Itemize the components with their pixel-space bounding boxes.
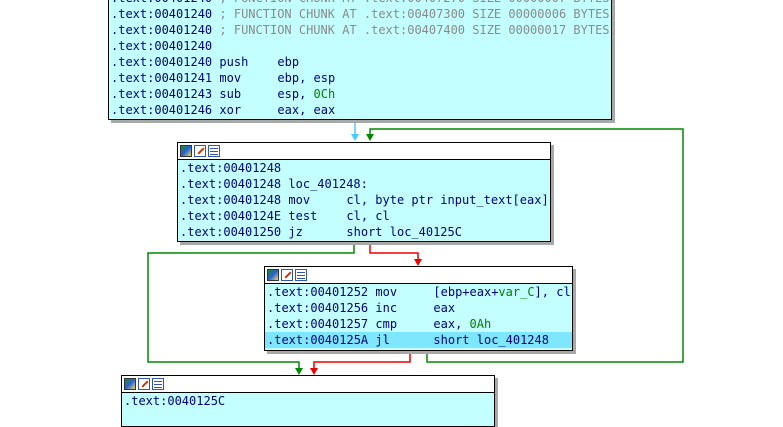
edit-icon[interactable] (281, 269, 293, 281)
mnemonic: sub (219, 87, 242, 101)
arrow-node1-node2-icon (351, 134, 359, 141)
mnemonic: mov (288, 193, 311, 207)
comment: ; FUNCTION CHUNK AT .text:00407270 SIZE … (219, 0, 609, 5)
list-icon[interactable] (152, 378, 164, 390)
variable: var_C (498, 285, 535, 299)
graph-icon[interactable] (267, 269, 279, 281)
address: .text:00401248 (180, 177, 282, 191)
node-header (178, 143, 550, 160)
mnemonic: jz (288, 225, 303, 239)
operand: cl, cl (346, 209, 390, 223)
graph-icon[interactable] (124, 378, 136, 390)
graph-node-401248[interactable]: .text:00401248 .text:00401248 loc_401248:… (177, 142, 551, 242)
comment: ; FUNCTION CHUNK AT .text:00407400 SIZE … (219, 23, 610, 37)
address: .text:00401248 (180, 193, 282, 207)
asm-line[interactable]: .text:00401241 mov ebp, esp (109, 70, 611, 86)
address: .text:00401252 (267, 285, 369, 299)
arrow-node3-node4-icon (310, 368, 318, 375)
edit-icon[interactable] (194, 145, 206, 157)
address: .text:00401256 (267, 301, 369, 315)
address: .text:0040124E (180, 209, 282, 223)
address: .text:00401248 (180, 161, 282, 175)
operand: short loc_401248 (433, 333, 549, 347)
asm-line[interactable]: .text:0040125C (122, 393, 494, 409)
address: .text:00401257 (267, 317, 369, 331)
mnemonic: test (288, 209, 318, 223)
graph-node-401240[interactable]: .text:00401240 ; FUNCTION CHUNK AT .text… (108, 0, 612, 120)
asm-line[interactable]: .text:00401240 (109, 38, 611, 54)
asm-line[interactable]: .text:00401248 mov cl, byte ptr input_tex… (178, 192, 550, 208)
node-header (122, 376, 494, 393)
list-icon[interactable] (208, 145, 220, 157)
mnemonic: jl (375, 333, 390, 347)
address: .text:00401250 (180, 225, 282, 239)
operand: [ebp+eax+ (433, 285, 499, 299)
operand: ebp (277, 55, 300, 69)
address: .text:0040125A (267, 333, 369, 347)
number-literal: 0Ch (313, 87, 336, 101)
node-body: .text:00401248 .text:00401248 loc_401248:… (178, 160, 550, 240)
node-body: .text:00401252 mov [ebp+eax+var_C], cl .te… (265, 284, 572, 348)
asm-line[interactable]: .text:00401252 mov [ebp+eax+var_C], cl (265, 284, 572, 300)
edge-node3-node4 (313, 350, 411, 370)
address: .text:00401240 (111, 39, 213, 53)
asm-line[interactable]: .text:00401240 ; FUNCTION CHUNK AT .text… (109, 6, 611, 22)
asm-line[interactable]: .text:00401257 cmp eax, 0Ah (265, 316, 572, 332)
asm-line[interactable]: .text:00401248 (178, 160, 550, 176)
arrow-node2-node4-icon (295, 368, 303, 375)
graph-icon[interactable] (180, 145, 192, 157)
asm-line[interactable]: .text:00401240 ; FUNCTION CHUNK AT .text… (109, 22, 611, 38)
operand: ebp, esp (277, 71, 336, 85)
asm-line[interactable]: .text:00401248 loc_401248: (178, 176, 550, 192)
asm-line[interactable]: .text:0040124E test cl, cl (178, 208, 550, 224)
graph-node-401252[interactable]: .text:00401252 mov [ebp+eax+var_C], cl .te… (264, 266, 573, 351)
address: .text:00401240 (111, 7, 213, 21)
number-literal: 0Ah (469, 317, 492, 331)
operand: esp, (277, 87, 314, 101)
node-body: .text:0040125C (122, 393, 494, 409)
operand: ], cl (534, 285, 571, 299)
address: .text:00401243 (111, 87, 213, 101)
asm-line[interactable]: .text:00401256 inc eax (265, 300, 572, 316)
mnemonic: mov (375, 285, 398, 299)
node-header (265, 267, 572, 284)
arrow-loop-back-icon (366, 134, 374, 141)
address: .text:00401240 (111, 23, 213, 37)
asm-line[interactable]: .text:00401246 xor eax, eax (109, 102, 611, 118)
address: .text:00401246 (111, 103, 213, 117)
operand: eax (433, 301, 456, 315)
list-icon[interactable] (295, 269, 307, 281)
asm-line[interactable]: .text:00401250 jz short loc_40125C (178, 224, 550, 240)
address: .text:0040125C (124, 394, 226, 408)
graph-node-40125C[interactable]: .text:0040125C (121, 375, 495, 427)
address: .text:00401240 (111, 55, 213, 69)
comment: ; FUNCTION CHUNK AT .text:00407300 SIZE … (219, 7, 610, 21)
address: .text:00401241 (111, 71, 213, 85)
operand: cl, byte ptr input_text[eax] (346, 193, 549, 207)
node-body: .text:00401240 ; FUNCTION CHUNK AT .text… (109, 0, 611, 118)
mnemonic: cmp (375, 317, 398, 331)
operand: short loc_40125C (346, 225, 462, 239)
mnemonic: push (219, 55, 249, 69)
mnemonic: xor (219, 103, 242, 117)
mnemonic: inc (375, 301, 398, 315)
edit-icon[interactable] (138, 378, 150, 390)
address: .text:00401240 (111, 0, 212, 5)
arrow-node2-node3-icon (414, 259, 422, 266)
mnemonic: mov (219, 71, 242, 85)
asm-line[interactable]: .text:00401240 push ebp (109, 54, 611, 70)
code-label: loc_401248: (288, 177, 368, 191)
asm-line[interactable]: .text:00401243 sub esp, 0Ch (109, 86, 611, 102)
operand: eax, (433, 317, 470, 331)
asm-line[interactable]: .text:0040125A jl short loc_401248 (265, 332, 572, 348)
edge-node2-node3 (369, 242, 419, 262)
operand: eax, eax (277, 103, 336, 117)
